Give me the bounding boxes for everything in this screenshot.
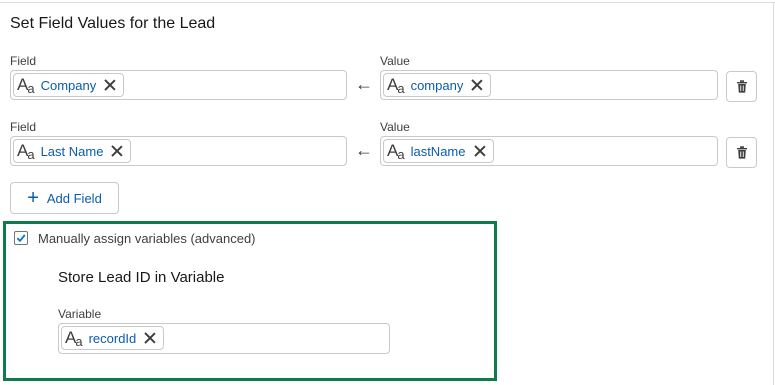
text-type-icon: Aa	[387, 141, 405, 162]
field-input[interactable]: Aa Company	[10, 70, 347, 100]
value-input[interactable]: Aa lastName	[380, 136, 718, 166]
value-input[interactable]: Aa company	[380, 70, 718, 100]
panel-right-border	[773, 2, 774, 385]
close-icon[interactable]	[103, 78, 117, 92]
field-input[interactable]: Aa Last Name	[10, 136, 347, 166]
check-icon	[16, 234, 26, 243]
value-label: Value	[380, 54, 410, 68]
add-field-button[interactable]: + Add Field	[10, 182, 119, 214]
text-type-icon: Aa	[17, 141, 35, 162]
arrow-left-icon: ←	[355, 140, 373, 160]
store-lead-id-title: Store Lead ID in Variable	[58, 269, 225, 286]
manual-assign-checkbox[interactable]	[14, 231, 28, 245]
field-pill-text: Company	[40, 77, 97, 93]
value-pill[interactable]: Aa company	[383, 73, 492, 97]
add-field-label: Add Field	[46, 190, 102, 206]
plus-icon: +	[27, 187, 39, 209]
section-title: Set Field Values for the Lead	[10, 15, 216, 32]
value-pill-text: lastName	[410, 143, 466, 159]
field-label: Field	[10, 54, 37, 68]
value-pill[interactable]: Aa lastName	[383, 139, 494, 163]
close-icon[interactable]	[470, 78, 484, 92]
variable-label: Variable	[58, 307, 102, 321]
arrow-left-icon: ←	[355, 74, 373, 94]
text-type-icon: Aa	[17, 75, 35, 96]
value-label: Value	[380, 120, 410, 134]
close-icon[interactable]	[143, 331, 157, 345]
value-pill-text: company	[410, 77, 464, 93]
delete-row-button[interactable]	[726, 137, 757, 168]
manual-assign-label: Manually assign variables (advanced)	[38, 231, 256, 246]
variable-pill[interactable]: Aa recordId	[61, 326, 165, 350]
delete-row-button[interactable]	[726, 71, 757, 102]
field-pill-text: Last Name	[40, 143, 104, 159]
variable-input[interactable]: Aa recordId	[58, 323, 390, 354]
trash-icon	[736, 146, 747, 159]
panel-top-border	[0, 2, 775, 3]
field-pill[interactable]: Aa Company	[13, 73, 125, 97]
text-type-icon: Aa	[65, 328, 83, 349]
close-icon[interactable]	[473, 144, 487, 158]
field-pill[interactable]: Aa Last Name	[13, 139, 132, 163]
field-label: Field	[10, 120, 37, 134]
text-type-icon: Aa	[387, 75, 405, 96]
variable-pill-text: recordId	[88, 330, 137, 346]
close-icon[interactable]	[110, 144, 124, 158]
trash-icon	[736, 80, 747, 93]
